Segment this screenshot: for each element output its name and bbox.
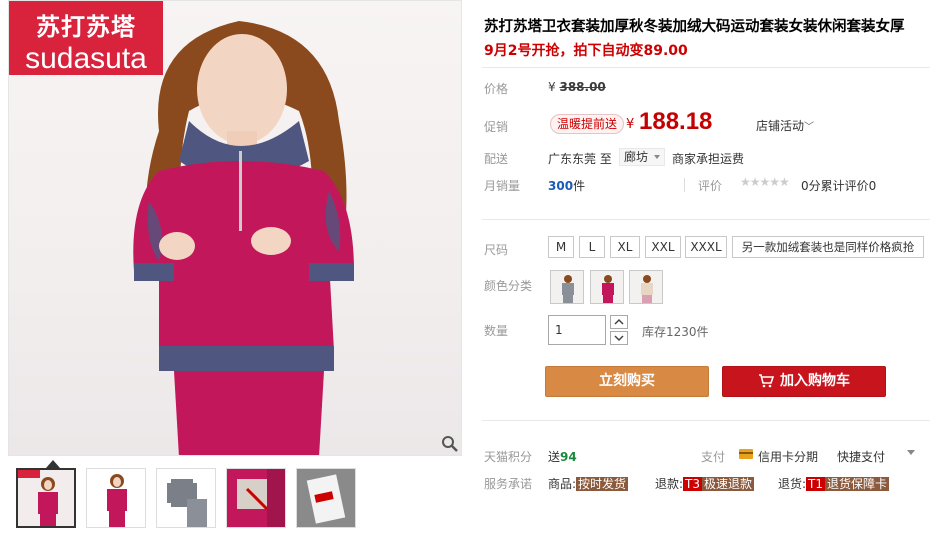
ship-to-select[interactable]: 廊坊 <box>619 148 665 166</box>
size-option-xxxl[interactable]: XXXL <box>685 236 727 258</box>
divider <box>482 420 930 421</box>
points-prefix: 送 <box>548 450 561 464</box>
thumbnail-3[interactable] <box>156 468 216 528</box>
promo-tag[interactable]: 温暖提前送 <box>550 114 625 134</box>
store-activity-label: 店铺活动 <box>756 119 805 133</box>
thumbnail-5[interactable] <box>296 468 356 528</box>
quantity-increase-button[interactable] <box>610 315 628 329</box>
original-price-value: 388.00 <box>559 80 606 94</box>
qty-label: 数量 <box>484 324 509 338</box>
service-shipping-tag: 按时发货 <box>576 477 629 491</box>
zoom-icon[interactable] <box>441 435 459 453</box>
add-to-cart-button[interactable]: 加入购物车 <box>722 366 886 397</box>
brand-logo-cn: 苏打苏塔 <box>36 12 136 41</box>
sales-count: 300 <box>548 179 574 193</box>
product-title: 苏打苏塔卫衣套装加厚秋冬装加绒大码运动套装女装休闲套装女厚 <box>484 19 905 35</box>
ship-to-value: 廊坊 <box>624 150 649 164</box>
service-refund-tag-b: 极速退款 <box>702 477 755 491</box>
stock-count: 库存1230件 <box>642 325 709 339</box>
size-option-xxl[interactable]: XXL <box>645 236 681 258</box>
chevron-down-icon <box>614 335 624 342</box>
service-return-tag-a: T1 <box>806 477 826 491</box>
thumb-pointer <box>46 460 60 468</box>
shipping-label: 配送 <box>484 152 509 166</box>
review-label: 评价 <box>698 179 723 193</box>
divider <box>684 178 685 192</box>
buy-now-button[interactable]: 立刻购买 <box>545 366 709 397</box>
ship-from: 广东东莞 至 <box>548 152 612 166</box>
original-price: ¥ 388.00 <box>548 80 606 94</box>
service-return[interactable]: 退货: T1 退货保障卡 <box>778 475 890 492</box>
chevron-down-icon[interactable] <box>907 450 915 455</box>
service-label: 服务承诺 <box>484 477 533 491</box>
product-subtitle: 9月2号开抢，拍下自动变89.00 <box>484 43 688 59</box>
size-option-xl[interactable]: XL <box>610 236 640 258</box>
ship-note: 商家承担运费 <box>672 152 745 166</box>
points-value: 送94 <box>548 448 577 465</box>
payment-credit-installment[interactable]: 信用卡分期 <box>758 448 818 465</box>
service-return-tag-b: 退货保障卡 <box>825 477 890 491</box>
payment-label: 支付 <box>701 450 726 464</box>
brand-logo: 苏打苏塔 sudasuta <box>9 1 163 75</box>
thumbnail-1[interactable] <box>16 468 76 528</box>
service-refund[interactable]: 退款: T3 极速退款 <box>655 475 755 492</box>
size-option-alt-set[interactable]: 另一款加绒套装也是同样价格疯抢 <box>732 236 924 258</box>
thumbnail-2[interactable] <box>86 468 146 528</box>
service-return-prefix: 退货: <box>778 477 807 491</box>
color-option-gray[interactable] <box>550 270 584 304</box>
divider <box>482 219 930 220</box>
store-activity-dropdown[interactable]: 店铺活动﹀ <box>756 117 814 134</box>
color-label: 颜色分类 <box>484 279 533 293</box>
credit-card-icon <box>739 449 753 459</box>
size-option-m[interactable]: M <box>548 236 574 258</box>
service-refund-prefix: 退款: <box>655 477 684 491</box>
points-label: 天猫积分 <box>484 450 533 464</box>
color-option-pink[interactable] <box>629 270 663 304</box>
thumbnail-4[interactable] <box>226 468 286 528</box>
service-shipping-prefix: 商品: <box>548 477 577 491</box>
color-option-rose[interactable] <box>590 270 624 304</box>
promo-label: 促销 <box>484 120 509 134</box>
promo-currency: ¥ <box>626 117 635 132</box>
service-shipping[interactable]: 商品: 按时发货 <box>548 475 629 492</box>
chevron-down-icon: ﹀ <box>804 122 815 133</box>
divider <box>482 67 930 68</box>
rating-stars-icon: ★★★★★ <box>740 175 790 189</box>
payment-quick-pay[interactable]: 快捷支付 <box>837 448 885 465</box>
review-count-link[interactable]: 0分累计评价0 <box>801 177 876 194</box>
original-price-currency: ¥ <box>548 80 556 94</box>
size-option-l[interactable]: L <box>579 236 605 258</box>
quantity-decrease-button[interactable] <box>610 331 628 345</box>
sales-unit: 件 <box>573 179 586 193</box>
monthly-sales: 300件 <box>548 177 585 194</box>
product-gallery: 苏打苏塔 sudasuta <box>8 0 462 536</box>
main-product-image[interactable]: 苏打苏塔 sudasuta <box>8 0 462 456</box>
quantity-input[interactable]: 1 <box>548 315 606 345</box>
points-number: 94 <box>560 450 577 464</box>
promo-price: 188.18 <box>639 108 713 135</box>
brand-logo-en: sudasuta <box>25 42 147 75</box>
size-label: 尺码 <box>484 243 509 257</box>
sales-label: 月销量 <box>484 179 521 193</box>
price-label: 价格 <box>484 82 509 96</box>
cart-icon <box>759 374 775 388</box>
chevron-down-icon <box>654 155 660 159</box>
chevron-up-icon <box>614 318 624 325</box>
add-to-cart-label: 加入购物车 <box>780 373 850 389</box>
service-refund-tag-a: T3 <box>683 477 703 491</box>
